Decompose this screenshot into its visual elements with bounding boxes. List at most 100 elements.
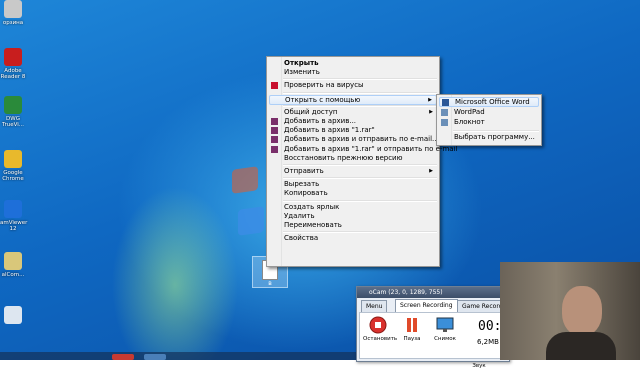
tab-screen-recording[interactable]: Screen Recording [395,299,458,312]
menu-item-label: Проверить на вирусы [284,81,364,90]
shortcut-icon [4,200,22,218]
submenu-arrow-icon: ▶ [429,168,433,174]
pause-button[interactable]: Пауза [397,316,427,342]
snapshot-button[interactable]: Снимок [430,316,460,342]
menu-item-label: Добавить в архив... [284,117,357,125]
desktop-shortcut[interactable] [0,306,26,326]
stop-button[interactable]: Остановить [363,316,397,342]
shortcut-icon [4,252,22,270]
submenu-arrow-icon: ▶ [429,108,433,115]
menu-item-label: Изменить [284,68,320,77]
menu-item[interactable]: Создать ярлык [269,203,437,212]
menu-item-label: Вырезать [284,180,320,189]
menu-item-label: Выбрать программу... [454,132,535,141]
shortcut-label: alCom... [1,272,25,278]
winrar-icon [271,136,278,144]
desktop-shortcut[interactable]: орзина [0,0,26,26]
menu-item-label: Создать ярлык [284,202,340,211]
menu-separator [283,231,437,234]
kaspersky-icon [271,82,278,90]
menu-item[interactable]: Восстановить прежнюю версию [269,154,437,163]
tab-menu[interactable]: Menu [361,300,388,312]
pause-label: Пауза [403,336,421,342]
snapshot-label: Снимок [434,336,456,342]
desktop-shortcut[interactable]: Adobe Reader 8 [0,48,26,80]
shortcut-icon [4,96,22,114]
menu-separator [283,104,437,107]
shortcut-icon [4,48,22,66]
shortcut-label: DWG TrueVi... [1,116,25,128]
file-name-label: в [268,280,272,287]
menu-item[interactable]: Вырезать [269,180,437,189]
menu-item-label: Копировать [284,189,328,198]
notepad-icon [441,119,448,126]
winrar-icon [271,118,278,125]
open-with-submenu: Microsoft Office Word WordPad Блокнот Выбра… [436,94,542,146]
desktop-shortcut[interactable]: DWG TrueVi... [0,96,26,128]
menu-item[interactable]: Открыть с помощью ▶ [269,94,437,105]
desktop-shortcut[interactable]: amViewer 12 [0,200,28,232]
menu-item[interactable]: Отправить ▶ [269,167,437,176]
menu-item[interactable]: Добавить в архив "1.rar" и отправить по … [269,145,457,154]
menu-item[interactable]: Изменить [269,68,437,77]
ocam-title: oCam (23, 0, 1289, 755) [357,287,509,298]
submenu-arrow-icon: ▶ [428,96,432,103]
shortcut-icon [4,0,22,18]
menu-item[interactable]: Добавить в архив... [269,117,437,126]
menu-item-label: WordPad [454,107,485,116]
desktop-shortcut[interactable]: Google Chrome [0,150,26,182]
menu-item-label: Добавить в архив и отправить по e-mail..… [284,135,439,144]
winrar-icon [271,145,278,153]
menu-item[interactable]: Свойства [269,234,437,243]
menu-item-label: Общий доступ [284,107,338,116]
menu-separator [283,164,437,166]
menu-separator [453,129,539,132]
menu-separator [283,177,437,180]
menu-item[interactable]: WordPad [439,108,539,117]
shortcut-label: Google Chrome [2,170,24,182]
menu-item[interactable]: Добавить в архив и отправить по e-mail..… [269,135,439,144]
ocam-window: oCam (23, 0, 1289, 755) Menu Screen Reco… [356,286,510,369]
context-menu: Открыть Изменить Проверить на вирусы Открыт… [266,56,457,267]
menu-separator [283,91,437,94]
shortcut-label: Adobe Reader 8 [0,68,26,80]
webcam-person-head [562,286,602,336]
menu-item[interactable]: Копировать [269,189,437,198]
windows-logo-red [232,166,258,194]
desktop-shortcut[interactable]: alCom... [0,252,26,278]
menu-item[interactable]: Блокнот [439,118,539,127]
sound-button[interactable]: Звук [464,363,494,369]
menu-item[interactable]: Microsoft Office Word [439,97,539,107]
sound-label: Звук [472,363,486,369]
word-icon [442,99,449,106]
winrar-icon [271,127,278,135]
menu-item-label: Переименовать [284,221,342,229]
ocam-toolbar: Остановить Пауза Снимок Звук 00:0 6,2MB … [359,312,509,369]
wordpad-icon [441,108,448,116]
menu-item-label: Microsoft Office Word [455,98,530,106]
stop-icon [369,316,387,334]
menu-item[interactable]: Добавить в архив "1.rar" [269,126,437,135]
taskbar-button[interactable] [144,354,166,360]
menu-item[interactable]: Общий доступ ▶ [269,108,437,117]
menu-item[interactable]: Переименовать [269,221,437,230]
webcam-overlay [500,262,640,360]
menu-item-label: Отправить [284,167,324,175]
menu-item-label: Удалить [284,211,315,220]
menu-item[interactable]: Открыть [269,59,437,68]
shortcut-icon [4,306,22,324]
shortcut-label: amViewer 12 [0,220,28,232]
menu-item-label: Добавить в архив "1.rar" и отправить по … [284,144,458,153]
stop-label: Остановить [363,336,398,342]
menu-item-label: Открыть с помощью [285,95,361,104]
taskbar-button[interactable] [112,354,134,360]
shortcut-label: орзина [2,20,24,26]
menu-item[interactable]: Выбрать программу... [439,133,539,142]
menu-item-label: Добавить в архив "1.rar" [284,126,375,135]
taskbar [0,352,356,360]
menu-item[interactable]: Проверить на вирусы [269,81,437,90]
menu-item[interactable]: Удалить [269,212,437,221]
menu-separator [283,199,437,202]
menu-item-label: Свойства [284,234,319,243]
shortcut-icon [4,150,22,168]
